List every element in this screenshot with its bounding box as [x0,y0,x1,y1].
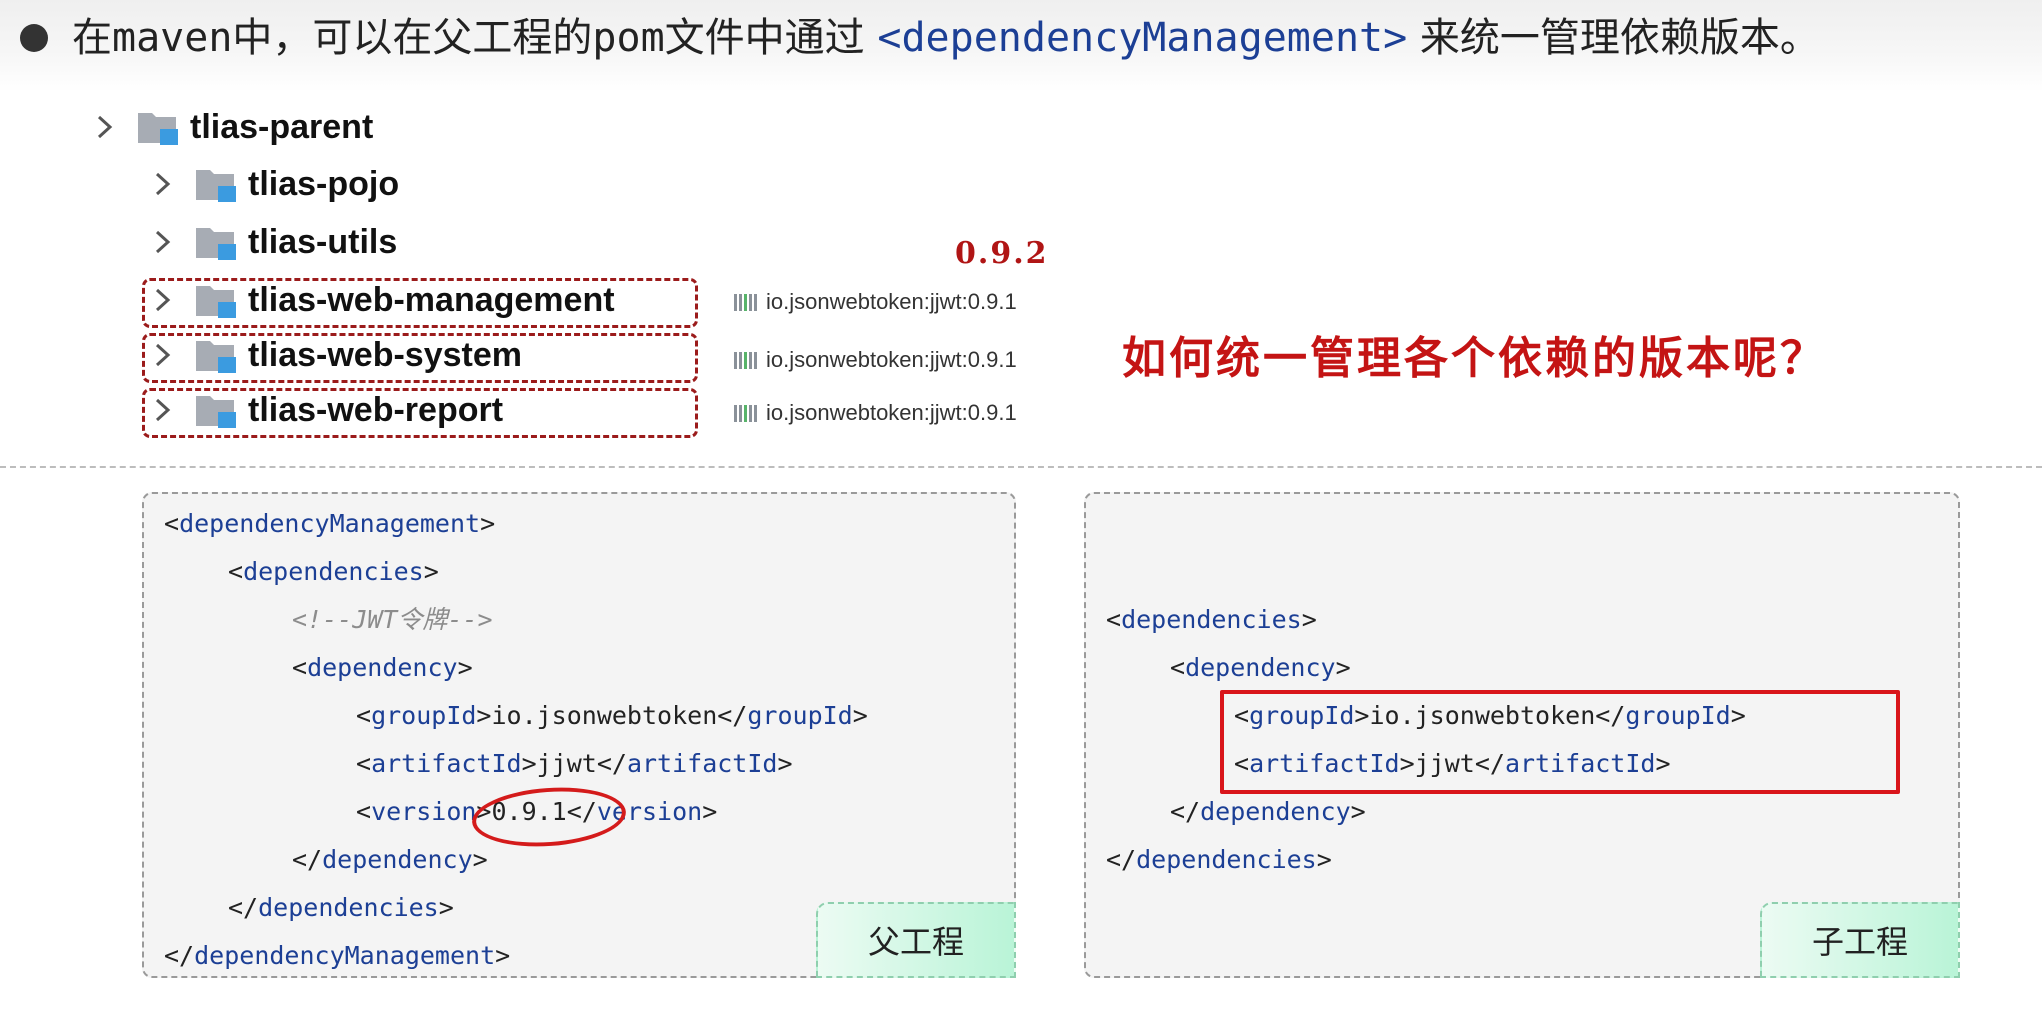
dependency-label: io.jsonwebtoken:jjwt:0.9.1 [766,289,1017,314]
code-comment: <!--JWT令牌--> [292,605,493,634]
tree-item-tlias-utils[interactable]: tlias-utils [150,218,397,266]
slide-title: 在maven中，可以在父工程的pom文件中通过 <dependencyManag… [72,8,1820,68]
highlight-rect-annotation [1220,690,1900,794]
chevron-right-icon[interactable] [150,335,176,375]
tree-item-label: tlias-utils [248,222,398,261]
dependency-item[interactable]: io.jsonwebtoken:jjwt:0.9.1 [732,393,1017,433]
code-line: <dependencies> [1106,605,1317,634]
module-folder-icon [194,280,238,320]
title-text: 文件中通过 [664,15,878,61]
tree-item-label: tlias-web-management [248,280,615,319]
code-line: </dependency> [1170,797,1366,826]
tree-item-label: tlias-web-system [248,335,522,374]
library-icon [732,400,758,426]
library-icon [732,289,758,315]
title-text: 中，可以在父工程的 [232,15,593,61]
title-maven: maven [112,15,233,61]
module-folder-icon [194,390,238,430]
chevron-right-icon[interactable] [92,107,118,147]
code-line: <groupId>io.jsonwebtoken</groupId> [356,701,868,730]
code-line: <dependency> [292,653,473,682]
code-line: </dependency> [292,845,488,874]
dependency-item[interactable]: io.jsonwebtoken:jjwt:0.9.1 [732,340,1017,380]
chevron-right-icon[interactable] [150,390,176,430]
slide-header: 在maven中，可以在父工程的pom文件中通过 <dependencyManag… [0,0,2042,92]
bullet-icon [20,24,48,52]
version-annotation: 0.9.2 [955,236,1049,271]
chevron-right-icon[interactable] [150,164,176,204]
tree-item-label: tlias-web-report [248,390,504,429]
tree-item-tlias-pojo[interactable]: tlias-pojo [150,160,399,208]
dependency-label: io.jsonwebtoken:jjwt:0.9.1 [766,347,1017,372]
parent-project-label: 父工程 [816,902,1016,978]
module-folder-icon [194,222,238,262]
child-pom-panel: <dependencies> <dependency> <groupId>io.… [1084,492,1960,978]
module-folder-icon [136,107,180,147]
dependency-item[interactable]: io.jsonwebtoken:jjwt:0.9.1 [732,282,1017,322]
title-text: 在 [72,15,112,61]
child-project-label: 子工程 [1760,902,1960,978]
code-line: </dependencyManagement> [164,941,511,970]
module-folder-icon [194,164,238,204]
code-line: <dependencyManagement> [164,509,496,538]
code-line: <dependency> [1170,653,1351,682]
dependency-label: io.jsonwebtoken:jjwt:0.9.1 [766,400,1017,425]
tree-item-tlias-web-system[interactable]: tlias-web-system [150,331,522,379]
code-line: </dependencies> [228,893,454,922]
title-pom: pom [592,15,665,61]
tree-item-tlias-web-report[interactable]: tlias-web-report [150,386,503,434]
module-folder-icon [194,335,238,375]
tree-item-label: tlias-pojo [248,164,400,203]
library-icon [732,347,758,373]
tree-item-label: tlias-parent [190,107,374,146]
question-annotation: 如何统一管理各个依赖的版本呢？ [1122,333,1827,384]
code-line: <artifactId>jjwt</artifactId> [356,749,793,778]
parent-pom-panel: <dependencyManagement> <dependencies> <!… [142,492,1016,978]
section-divider [0,466,2042,468]
chevron-right-icon[interactable] [150,222,176,262]
code-line: </dependencies> [1106,845,1332,874]
title-text: 来统一管理依赖版本。 [1407,15,1820,61]
tree-item-tlias-parent[interactable]: tlias-parent [92,103,373,151]
code-line: <dependencies> [228,557,439,586]
chevron-right-icon[interactable] [150,280,176,320]
title-code-tag: <dependencyManagement> [877,15,1408,61]
tree-item-tlias-web-management[interactable]: tlias-web-management [150,276,615,324]
